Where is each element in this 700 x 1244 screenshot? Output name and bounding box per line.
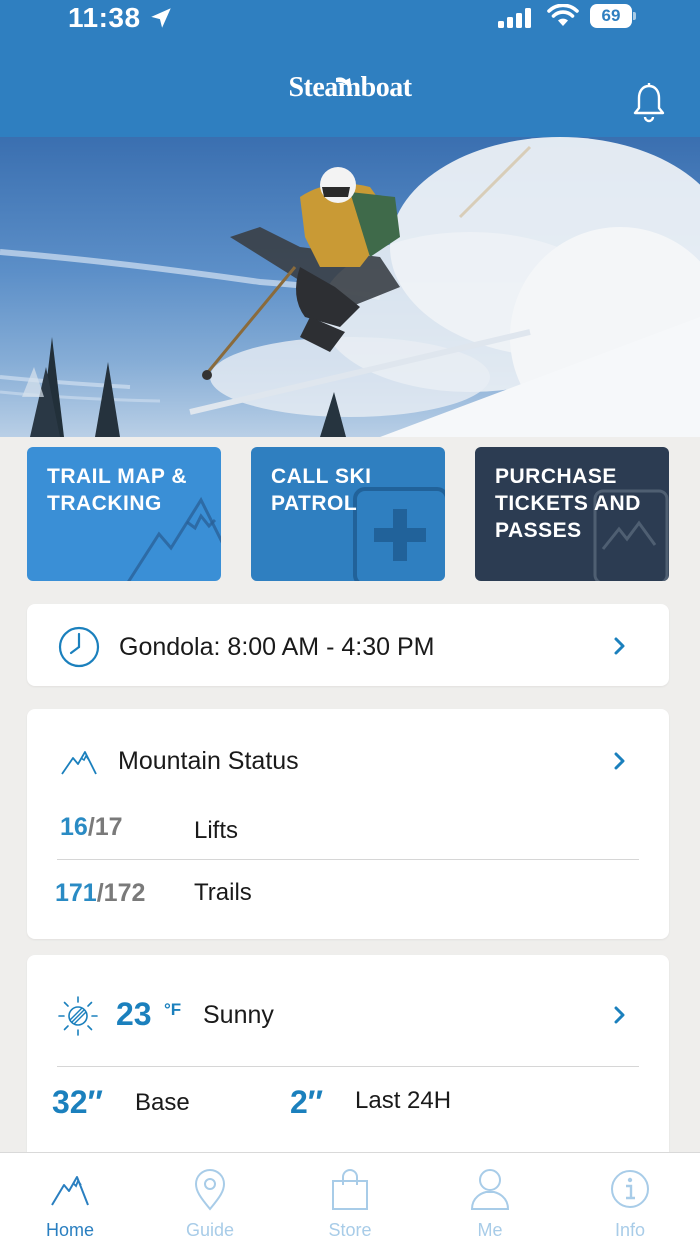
hero-skier-image xyxy=(0,137,700,437)
gondola-hours-card[interactable]: Gondola: 8:00 AM - 4:30 PM xyxy=(27,604,669,686)
weather-card[interactable]: 23 °F Sunny 32″ Base 2″ Last 24H xyxy=(27,955,669,1175)
gondola-hours-text: Gondola: 8:00 AM - 4:30 PM xyxy=(119,633,435,661)
mountain-status-title: Mountain Status xyxy=(118,747,299,775)
status-time: 11:38 xyxy=(68,2,141,33)
map-pin-icon xyxy=(194,1169,226,1211)
lifts-count: 16/17 xyxy=(60,813,123,842)
notifications-bell-icon[interactable] xyxy=(630,82,668,124)
temperature-unit: °F xyxy=(164,1000,182,1019)
lifts-open: 16 xyxy=(60,813,88,841)
battery-indicator: 69 xyxy=(590,4,636,28)
info-icon xyxy=(611,1170,649,1208)
lifts-label: Lifts xyxy=(194,817,239,844)
weather-divider xyxy=(57,1066,639,1067)
mountain-icon xyxy=(61,751,97,775)
tab-label-info: Info xyxy=(614,1220,646,1240)
mountain-icon xyxy=(51,1176,89,1206)
location-arrow-icon xyxy=(151,8,171,28)
purchase-tickets-passes-tile[interactable]: PURCHASE TICKETS AND PASSES xyxy=(475,447,669,581)
trails-total: /172 xyxy=(96,879,146,907)
tab-store[interactable]: Store xyxy=(280,1153,420,1244)
cellular-signal-icon xyxy=(498,8,531,28)
status-bar: 11:38 69 xyxy=(0,0,700,40)
battery-level: 69 xyxy=(590,4,632,28)
lifts-total: /17 xyxy=(87,813,123,841)
weather-condition: Sunny xyxy=(203,1001,274,1029)
trails-open: 171 xyxy=(55,879,97,907)
temperature-value: 23 xyxy=(116,996,152,1032)
trails-label: Trails xyxy=(194,879,252,906)
stat-divider xyxy=(57,859,639,860)
shopping-bag-icon xyxy=(332,1169,368,1210)
hero-illustration xyxy=(0,137,700,437)
app-header: 11:38 69 Steamboat xyxy=(0,0,700,137)
steamboat-logo: Steamboat xyxy=(288,72,412,103)
tab-label-store: Store xyxy=(328,1220,372,1240)
wifi-icon xyxy=(547,4,579,26)
tab-label-me: Me xyxy=(477,1220,503,1240)
chevron-right-icon xyxy=(614,752,625,770)
tile-label-tickets: PURCHASE TICKETS AND PASSES xyxy=(495,465,641,542)
base-depth-label: Base xyxy=(135,1089,190,1116)
trails-count: 171/172 xyxy=(55,879,145,908)
chevron-right-icon xyxy=(614,1006,625,1024)
trail-map-tracking-tile[interactable]: TRAIL MAP & TRACKING xyxy=(27,447,221,581)
sunny-weather-icon xyxy=(58,996,98,1036)
tab-me[interactable]: Me xyxy=(420,1153,560,1244)
tab-guide[interactable]: Guide xyxy=(140,1153,280,1244)
tab-label-home: Home xyxy=(45,1220,94,1240)
call-ski-patrol-tile[interactable]: CALL SKI PATROL xyxy=(251,447,445,581)
person-icon xyxy=(470,1169,510,1210)
last-24h-value: 2″ xyxy=(290,1084,324,1120)
tile-label-trail-map: TRAIL MAP & TRACKING xyxy=(47,465,188,515)
bottom-tab-bar: Home Guide Store Me Info xyxy=(0,1152,700,1244)
tab-home[interactable]: Home xyxy=(0,1153,140,1244)
mountain-status-card[interactable]: Mountain Status 16/17 Lifts 171/172 Trai… xyxy=(27,709,669,939)
tile-label-ski-patrol: CALL SKI PATROL xyxy=(271,465,372,515)
tab-info[interactable]: Info xyxy=(560,1153,700,1244)
tab-label-guide: Guide xyxy=(185,1220,235,1240)
last-24h-label: Last 24H xyxy=(355,1087,452,1114)
base-depth-value: 32″ xyxy=(52,1084,103,1120)
battery-tip xyxy=(633,12,636,20)
chevron-right-icon xyxy=(614,637,625,655)
clock-icon xyxy=(58,626,100,668)
